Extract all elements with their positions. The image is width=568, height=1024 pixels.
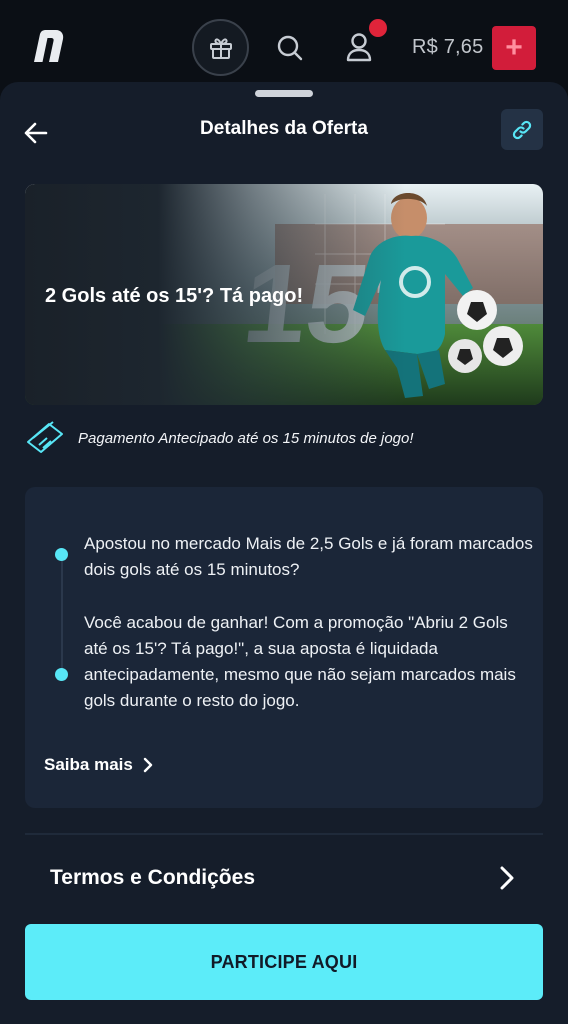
promo-text: Pagamento Antecipado até os 15 minutos d…	[78, 429, 414, 447]
brand-logo-icon[interactable]	[28, 26, 68, 66]
timeline-dot	[55, 548, 68, 561]
gift-icon	[209, 37, 232, 59]
link-icon	[512, 120, 532, 139]
learn-more-link[interactable]: Saiba mais	[44, 755, 153, 775]
search-icon	[277, 35, 303, 61]
balance-text[interactable]: R$ 7,65	[412, 36, 483, 59]
terms-label: Termos e Condições	[50, 866, 255, 889]
search-button[interactable]	[268, 26, 312, 70]
offer-details-sheet: Detalhes da Oferta 2 Gols até os 15'? Tá…	[0, 82, 568, 1024]
chevron-right-icon	[143, 757, 153, 773]
learn-more-label: Saiba mais	[44, 755, 133, 774]
participate-button[interactable]: PARTICIPE AQUI	[25, 924, 543, 1000]
ticket-icon	[27, 421, 63, 453]
offer-info-card: Apostou no mercado Mais de 2,5 Gols e já…	[25, 487, 543, 808]
banner-headline: 2 Gols até os 15'? Tá pago!	[45, 285, 304, 307]
divider	[25, 833, 543, 835]
timeline-dot	[55, 668, 68, 681]
gift-button[interactable]	[192, 19, 249, 76]
promo-banner: 15' 2 Gols até os 15'? Tá	[25, 184, 543, 405]
user-icon	[346, 33, 372, 62]
sheet-drag-handle[interactable]	[255, 90, 313, 97]
deposit-button[interactable]: +	[492, 26, 536, 70]
timeline-line	[61, 559, 63, 675]
chevron-right-icon	[500, 866, 514, 890]
notification-dot	[369, 19, 387, 37]
terms-and-conditions-row[interactable]: Termos e Condições	[25, 850, 543, 906]
page-title: Detalhes da Oferta	[200, 118, 368, 139]
info-paragraph-2: Você acabou de ganhar! Com a promoção "A…	[84, 613, 516, 710]
promo-summary: Pagamento Antecipado até os 15 minutos d…	[25, 420, 414, 456]
info-paragraph-1: Apostou no mercado Mais de 2,5 Gols e já…	[84, 534, 533, 579]
share-link-button[interactable]	[501, 109, 543, 150]
